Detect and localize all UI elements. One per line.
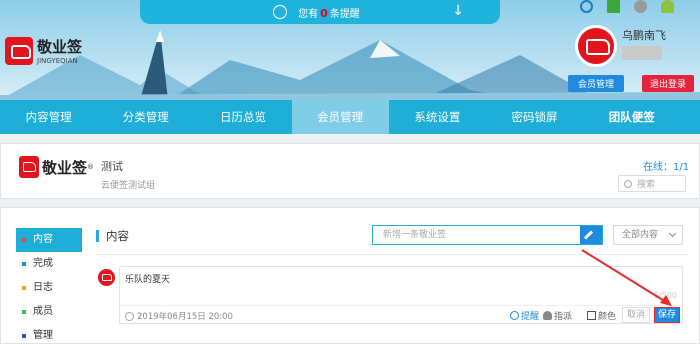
logo-mark-icon — [5, 36, 33, 65]
logo-mark-icon — [19, 156, 39, 178]
logout-button[interactable]: 退出登录 — [642, 75, 694, 92]
registered-mark: ® — [87, 163, 95, 171]
remind-label: 提醒 — [521, 312, 540, 322]
sidebar-item-log[interactable]: 日志 — [16, 276, 82, 300]
sidebar-item-done[interactable]: 完成 — [16, 252, 82, 276]
header-banner: 您有 0 条提醒 ↓ 敬业签 JINGYEQIAN 乌鹏南飞 会员管理 退出登录 — [0, 0, 700, 100]
team-brand-name: 敬业签 — [42, 158, 88, 177]
nav-content-manage[interactable]: 内容管理 — [0, 100, 97, 134]
reminder-notice-bar[interactable]: 您有 0 条提醒 ↓ — [140, 0, 500, 24]
nav-member-manage[interactable]: 会员管理 — [291, 100, 389, 134]
person-icon — [543, 311, 552, 320]
team-name: 测试 — [101, 160, 123, 173]
brand-name-cn: 敬业签 — [37, 38, 83, 56]
nav-team-notes[interactable]: 团队便签 — [583, 100, 680, 134]
apple-icon[interactable] — [634, 0, 647, 13]
sidebar-item-label: 完成 — [33, 258, 53, 269]
platform-icons — [580, 0, 674, 13]
bullet-icon — [22, 310, 26, 314]
team-search-input[interactable]: 搜索 — [618, 175, 686, 192]
windows-icon[interactable] — [607, 0, 620, 13]
bullet-icon — [22, 334, 26, 338]
sidebar-item-members[interactable]: 成员 — [16, 300, 82, 324]
remind-button[interactable]: 提醒 — [510, 309, 539, 322]
android-icon[interactable] — [661, 0, 674, 13]
online-count[interactable]: 在线：1/1 — [643, 158, 689, 173]
user-name: 乌鹏南飞 — [622, 29, 666, 42]
ie-icon[interactable] — [580, 0, 593, 13]
bullet-icon — [22, 286, 26, 290]
team-subtitle: 云便签测试组 — [101, 181, 156, 191]
sidebar-item-manage[interactable]: 管理 — [16, 324, 82, 344]
filter-selected-value: 全部内容 — [622, 230, 659, 240]
user-id-blurred — [622, 46, 662, 60]
chat-bubble-icon — [273, 5, 287, 19]
search-placeholder: 搜索 — [637, 180, 656, 190]
arrow-down-icon[interactable]: ↓ — [452, 3, 464, 19]
note-text[interactable]: 乐队的夏天 — [125, 272, 170, 285]
sidebar-item-content[interactable]: 内容 — [16, 228, 82, 252]
color-label: 颜色 — [598, 312, 617, 322]
search-icon — [624, 179, 632, 188]
new-note-input[interactable]: 新增一条敬业签 — [372, 225, 603, 245]
assign-label: 指派 — [554, 312, 573, 322]
new-note-placeholder: 新增一条敬业签 — [383, 230, 447, 240]
team-header-card: 敬业签 ® 测试 云便签测试组 在线：1/1 搜索 — [0, 143, 700, 199]
save-button[interactable]: 保存 — [654, 307, 680, 323]
color-button[interactable]: 颜色 — [587, 309, 616, 322]
sidebar-item-label: 管理 — [33, 330, 53, 341]
chevron-down-icon — [668, 229, 677, 238]
notice-suffix: 条提醒 — [329, 8, 360, 20]
color-square-icon — [587, 311, 596, 320]
sidebar-item-label: 内容 — [33, 234, 53, 245]
annotation-arrow-icon — [581, 249, 672, 306]
note-datetime[interactable]: 2019年06月15日 20:00 — [125, 310, 233, 322]
note-author-avatar — [98, 269, 115, 286]
bullet-icon — [22, 238, 26, 242]
nav-password-lock[interactable]: 密码锁屏 — [486, 100, 583, 134]
nav-system-settings[interactable]: 系统设置 — [389, 100, 486, 134]
notice-prefix: 您有 — [298, 8, 319, 20]
note-date-text: 2019年06月15日 20:00 — [137, 312, 233, 322]
clock-icon — [125, 311, 134, 321]
cancel-button[interactable]: 取消 — [622, 307, 650, 323]
bullet-icon — [22, 262, 26, 266]
edit-pencil-icon[interactable] — [580, 226, 602, 244]
content-section-title: 内容 — [96, 230, 129, 242]
user-avatar[interactable] — [575, 25, 617, 67]
main-nav: 内容管理 分类管理 日历总览 会员管理 系统设置 密码锁屏 团队便签 — [0, 100, 700, 134]
nav-calendar-overview[interactable]: 日历总览 — [194, 100, 291, 134]
sidebar: 内容 完成 日志 成员 管理 — [16, 228, 82, 344]
brand-name-en: JINGYEQIAN — [37, 57, 78, 65]
alarm-icon — [510, 311, 519, 320]
content-filter-select[interactable]: 全部内容 — [613, 225, 683, 245]
sidebar-item-label: 日志 — [33, 282, 53, 293]
nav-category-manage[interactable]: 分类管理 — [97, 100, 194, 134]
assign-button[interactable]: 指派 — [543, 309, 572, 322]
member-manage-button[interactable]: 会员管理 — [568, 75, 624, 92]
notice-count: 0 — [320, 6, 328, 20]
brand-logo[interactable]: 敬业签 JINGYEQIAN — [5, 36, 82, 65]
sidebar-item-label: 成员 — [33, 306, 53, 317]
notice-text: 您有 0 条提醒 — [298, 5, 360, 20]
team-brand-logo: 敬业签 ® — [19, 156, 94, 178]
